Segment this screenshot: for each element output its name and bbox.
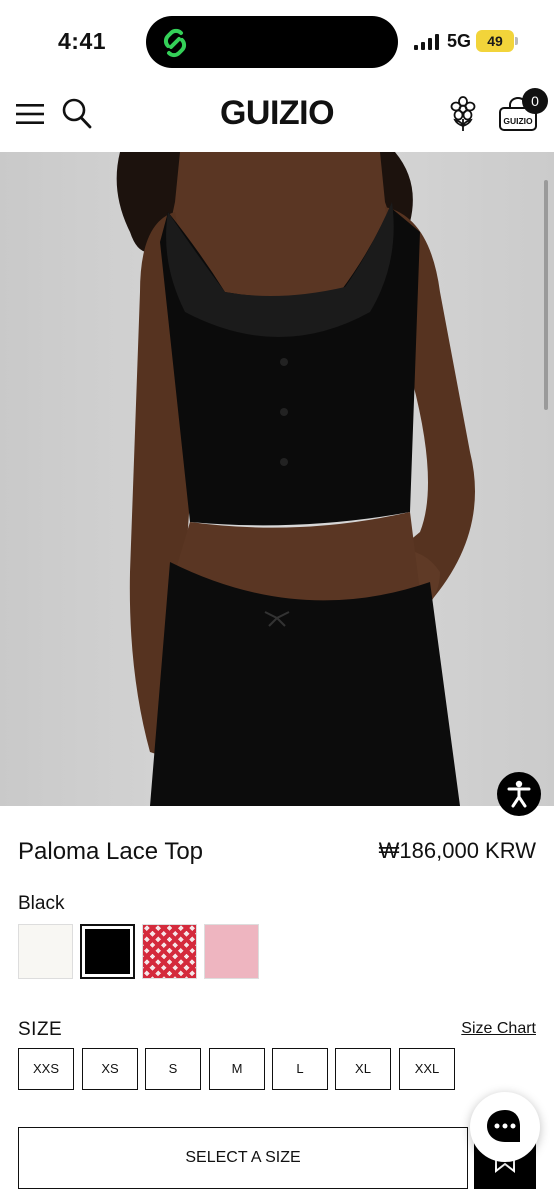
swatch-red-gingham[interactable] [142,924,197,979]
size-option-l[interactable]: L [272,1048,328,1090]
size-chart-link[interactable]: Size Chart [461,1020,536,1038]
dynamic-island [146,16,398,68]
status-bar: 4:41 5G 49 [0,0,554,80]
size-option-xxs[interactable]: XXS [18,1048,74,1090]
flower-icon[interactable] [448,96,478,132]
image-scrollbar[interactable] [544,180,548,410]
selected-color-label: Black [18,893,65,914]
chat-button[interactable] [470,1092,540,1162]
swatch-white[interactable] [18,924,73,979]
size-option-m[interactable]: M [209,1048,265,1090]
site-header: GUIZIO GUIZIO 0 [0,80,554,152]
accessibility-button[interactable] [497,772,541,816]
battery-tip [515,37,518,45]
size-option-xs[interactable]: XS [82,1048,138,1090]
product-price: ₩186,000 KRW [378,838,536,863]
size-heading: SIZE [18,1019,63,1040]
signal-icon [414,34,439,50]
select-size-button[interactable]: SELECT A SIZE [18,1127,468,1189]
cart-label: GUIZIO [503,116,533,126]
size-option-s[interactable]: S [145,1048,201,1090]
swatch-black[interactable] [80,924,135,979]
cart-count-badge: 0 [522,88,548,114]
product-title: Paloma Lace Top [18,838,204,865]
chat-icon [487,1110,520,1142]
link-app-icon [163,28,187,58]
network-label: 5G [447,31,472,51]
size-option-xl[interactable]: XL [335,1048,391,1090]
size-option-xxl[interactable]: XXL [399,1048,455,1090]
product-image[interactable] [0,152,554,806]
status-time: 4:41 [58,28,107,54]
accessibility-icon [507,780,531,808]
battery-icon: 49 [476,30,514,52]
swatch-pink[interactable] [204,924,259,979]
model-photo [0,152,554,806]
